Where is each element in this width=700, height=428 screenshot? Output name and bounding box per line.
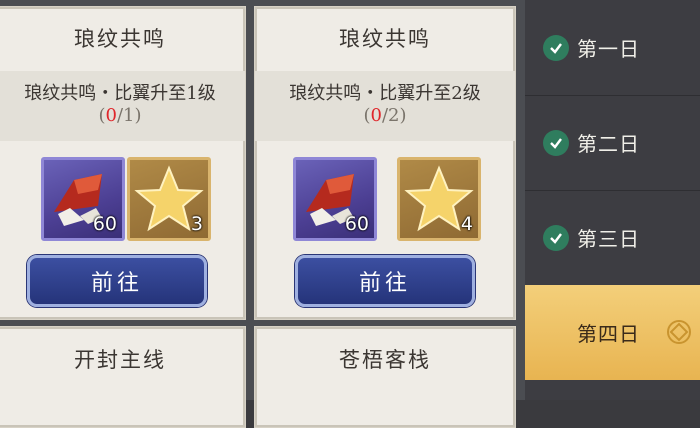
reward-items: 60 3	[0, 157, 245, 241]
go-button[interactable]: 前往	[295, 255, 475, 307]
day-tab-label: 第一日	[577, 37, 640, 61]
day-tab-label: 第三日	[577, 227, 640, 251]
task-progress: (0/2)	[363, 105, 407, 126]
day-tab-2[interactable]: 第二日	[525, 95, 700, 191]
day-sidebar: 第一日 第二日 第三日 第四日	[525, 0, 700, 400]
reward-count: 4	[460, 213, 473, 235]
day-tab-3[interactable]: 第三日	[525, 190, 700, 286]
task-description: 琅纹共鸣・比翼升至1级 (0/1)	[0, 71, 245, 141]
card-title: 琅纹共鸣	[339, 27, 431, 51]
task-card: 琅纹共鸣 琅纹共鸣・比翼升至2级 (0/2) 60 4 前往	[254, 6, 516, 320]
card-title: 琅纹共鸣	[74, 27, 166, 51]
reward-star[interactable]: 4	[397, 157, 481, 241]
task-text: 琅纹共鸣・比翼升至2级	[289, 83, 481, 104]
go-button[interactable]: 前往	[27, 255, 207, 307]
task-description: 琅纹共鸣・比翼升至2级 (0/2)	[255, 71, 515, 141]
card-title: 开封主线	[74, 348, 166, 372]
day-tab-label: 第二日	[577, 132, 640, 156]
card-title: 苍梧客栈	[339, 348, 431, 372]
task-card: 开封主线	[0, 326, 246, 428]
task-progress: (0/1)	[98, 105, 142, 126]
reward-count: 60	[344, 213, 369, 235]
day-tab-label: 第四日	[577, 322, 640, 346]
ornament-icon	[667, 320, 691, 344]
check-icon	[543, 34, 569, 61]
day-tab-1[interactable]: 第一日	[525, 0, 700, 96]
reward-count: 3	[190, 213, 203, 235]
task-card: 苍梧客栈	[254, 326, 516, 428]
reward-crystal[interactable]: 60	[293, 157, 377, 241]
reward-items: 60 4	[255, 157, 515, 241]
task-grid: 琅纹共鸣 琅纹共鸣・比翼升至1级 (0/1) 60 3 前往 琅纹共鸣 琅纹共鸣…	[0, 0, 525, 428]
day-tab-4[interactable]: 第四日	[525, 285, 700, 380]
check-icon	[543, 224, 569, 251]
reward-star[interactable]: 3	[127, 157, 211, 241]
check-icon	[543, 129, 569, 156]
task-text: 琅纹共鸣・比翼升至1级	[24, 83, 216, 104]
reward-count: 60	[92, 213, 117, 235]
reward-crystal[interactable]: 60	[41, 157, 125, 241]
task-card: 琅纹共鸣 琅纹共鸣・比翼升至1级 (0/1) 60 3 前往	[0, 6, 246, 320]
